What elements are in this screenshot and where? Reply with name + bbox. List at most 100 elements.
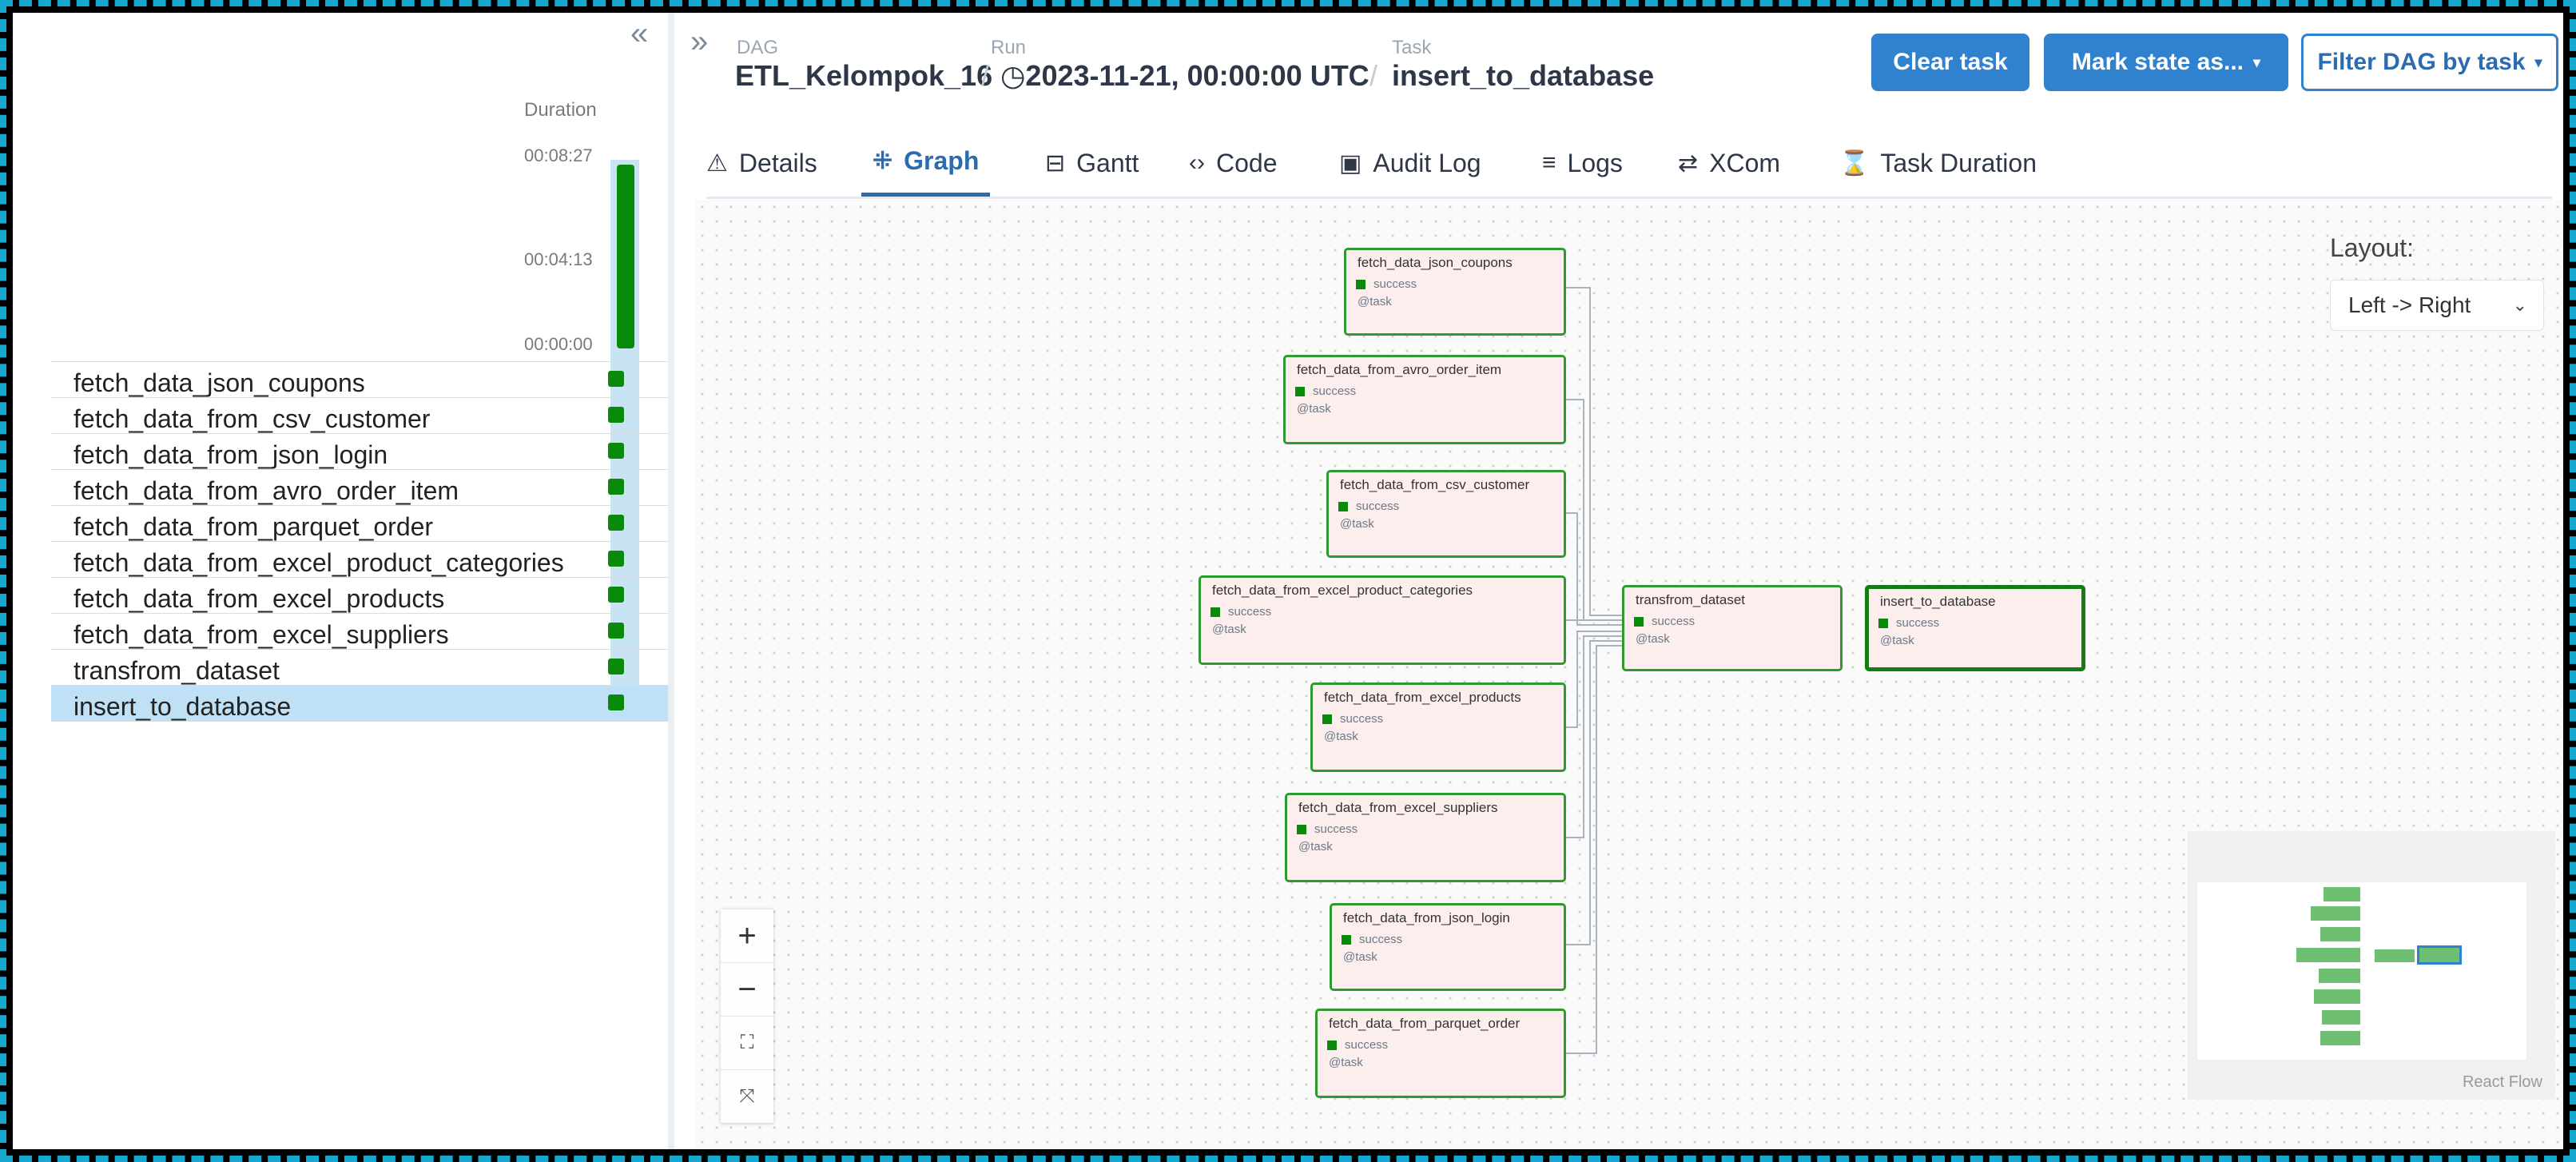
breadcrumb-task[interactable]: insert_to_database (1392, 59, 1654, 93)
success-indicator (1327, 1040, 1337, 1050)
task-node-status: success (1297, 822, 1358, 836)
tab-label: Details (738, 148, 817, 177)
task-node[interactable]: fetch_data_from_excel_products success @… (1310, 682, 1566, 772)
task-instance-success[interactable] (608, 515, 624, 531)
task-node[interactable]: fetch_data_from_excel_product_categories… (1199, 575, 1566, 665)
minimap-viewport (2197, 882, 2526, 1060)
graph-icon: ⁜ (873, 148, 893, 174)
task-row[interactable]: fetch_data_json_coupons (51, 361, 668, 397)
task-node[interactable]: fetch_data_from_parquet_order success @t… (1315, 1009, 1566, 1098)
breadcrumb-dag[interactable]: ETL_Kelompok_16 (735, 59, 992, 93)
task-name: fetch_data_from_avro_order_item (74, 476, 459, 505)
graph-minimap[interactable]: React Flow (2188, 831, 2555, 1100)
task-node[interactable]: fetch_data_from_excel_suppliers success … (1285, 793, 1566, 882)
task-name: fetch_data_from_excel_product_categories (74, 548, 564, 577)
tab-audit-log[interactable]: ▣ Audit Log (1339, 129, 1481, 197)
chevron-down-icon: ⌄ (2512, 295, 2527, 315)
minimap-node (2314, 989, 2360, 1004)
task-node-status: success (1356, 277, 1417, 291)
success-indicator (1634, 616, 1644, 627)
success-indicator (1322, 714, 1332, 724)
task-node[interactable]: transfrom_dataset success @task (1622, 585, 1843, 671)
collapse-grid-icon[interactable]: « (630, 18, 659, 50)
minimap-node (2311, 906, 2360, 921)
minimap-node-selected (2417, 945, 2462, 965)
edge (1566, 287, 1622, 616)
expand-details-icon[interactable]: » (690, 24, 708, 60)
zoom-out-button[interactable]: − (721, 963, 773, 1017)
status-text: success (1373, 277, 1417, 291)
task-name: fetch_data_json_coupons (74, 368, 365, 397)
breadcrumb-task-label: Task (1392, 37, 1432, 58)
react-flow-attribution[interactable]: React Flow (2463, 1073, 2542, 1092)
task-node-operator: @task (1329, 1056, 1363, 1069)
task-instance-success[interactable] (608, 371, 624, 387)
task-node[interactable]: fetch_data_json_coupons success @task (1344, 248, 1566, 336)
toggle-interactivity-icon[interactable]: ⤧ (721, 1070, 773, 1124)
status-text: success (1359, 933, 1403, 946)
task-instance-success[interactable] (608, 623, 624, 639)
task-node[interactable]: fetch_data_from_avro_order_item success … (1283, 355, 1566, 444)
task-instance-success[interactable] (608, 443, 624, 459)
status-text: success (1314, 822, 1358, 836)
clear-task-button[interactable]: Clear task (1871, 34, 2029, 91)
task-row[interactable]: fetch_data_from_avro_order_item (51, 469, 668, 505)
minimap-node (2324, 887, 2360, 901)
task-row[interactable]: fetch_data_from_excel_suppliers (51, 613, 668, 649)
tab-label: XCom (1709, 148, 1781, 177)
task-row[interactable]: fetch_data_from_json_login (51, 433, 668, 469)
task-row[interactable]: fetch_data_from_csv_customer (51, 397, 668, 433)
task-instance-success[interactable] (608, 587, 624, 603)
tab-xcom[interactable]: ⇄ XCom (1678, 129, 1780, 197)
tab-logs[interactable]: ≡ Logs (1542, 129, 1623, 197)
breadcrumb-separator: / (1369, 59, 1378, 92)
status-text: success (1313, 384, 1357, 398)
task-instance-success[interactable] (608, 694, 624, 710)
task-node-operator: @task (1297, 402, 1331, 416)
task-node-selected[interactable]: insert_to_database success @task (1865, 585, 2085, 671)
tab-label: Gantt (1076, 148, 1139, 177)
mark-state-button[interactable]: Mark state as... ▾ (2044, 34, 2288, 91)
task-list: fetch_data_json_coupons fetch_data_from_… (51, 361, 668, 722)
breadcrumb-run[interactable]: ◷2023-11-21, 00:00:00 UTC (1000, 59, 1369, 93)
minimap-node (2319, 969, 2360, 983)
zoom-in-button[interactable]: + (721, 909, 773, 963)
task-row[interactable]: fetch_data_from_excel_products (51, 577, 668, 613)
task-node-status: success (1634, 615, 1695, 628)
chevron-down-icon: ▾ (2534, 54, 2542, 70)
fit-view-icon[interactable]: ⛶ (721, 1017, 773, 1070)
task-row[interactable]: transfrom_dataset (51, 649, 668, 685)
task-node-status: success (1878, 616, 1939, 630)
task-instance-success[interactable] (608, 551, 624, 567)
task-row-selected[interactable]: insert_to_database (51, 685, 668, 721)
tab-details[interactable]: ⚠ Details (706, 129, 817, 197)
minimap-node (2320, 1031, 2360, 1045)
dag-graph-canvas[interactable]: fetch_data_json_coupons success @task fe… (695, 200, 2563, 1149)
task-node-status: success (1322, 712, 1383, 726)
task-instance-success[interactable] (608, 659, 624, 675)
duration-tick-max: 00:08:27 (524, 145, 593, 165)
filter-dag-button[interactable]: Filter DAG by task ▾ (2301, 34, 2558, 91)
dag-run-duration-bar[interactable] (617, 165, 634, 348)
minimap-node (2296, 948, 2360, 962)
task-node[interactable]: fetch_data_from_csv_customer success @ta… (1326, 470, 1566, 558)
tab-code[interactable]: ‹› Code (1189, 129, 1277, 197)
panel-resize-divider[interactable] (668, 13, 674, 1149)
task-instance-success[interactable] (608, 479, 624, 495)
success-indicator (1210, 607, 1220, 617)
minimap-node (2375, 949, 2415, 962)
task-node[interactable]: fetch_data_from_json_login success @task (1330, 903, 1566, 991)
duration-header: Duration (524, 99, 597, 121)
success-indicator (1295, 386, 1305, 396)
task-name: fetch_data_from_excel_products (74, 584, 445, 613)
layout-select[interactable]: Left -> Right ⌄ (2330, 280, 2544, 331)
tab-gantt[interactable]: ⊟ Gantt (1045, 129, 1139, 197)
clock-icon: ◷ (1000, 59, 1026, 92)
task-row[interactable]: fetch_data_from_excel_product_categories (51, 541, 668, 577)
tab-task-duration[interactable]: ⌛ Task Duration (1839, 129, 2037, 197)
tab-graph[interactable]: ⁜ Graph (861, 129, 991, 197)
task-instance-success[interactable] (608, 407, 624, 423)
breadcrumb-run-label: Run (991, 37, 1027, 58)
filter-dag-label: Filter DAG by task (2317, 49, 2526, 75)
task-row[interactable]: fetch_data_from_parquet_order (51, 505, 668, 541)
